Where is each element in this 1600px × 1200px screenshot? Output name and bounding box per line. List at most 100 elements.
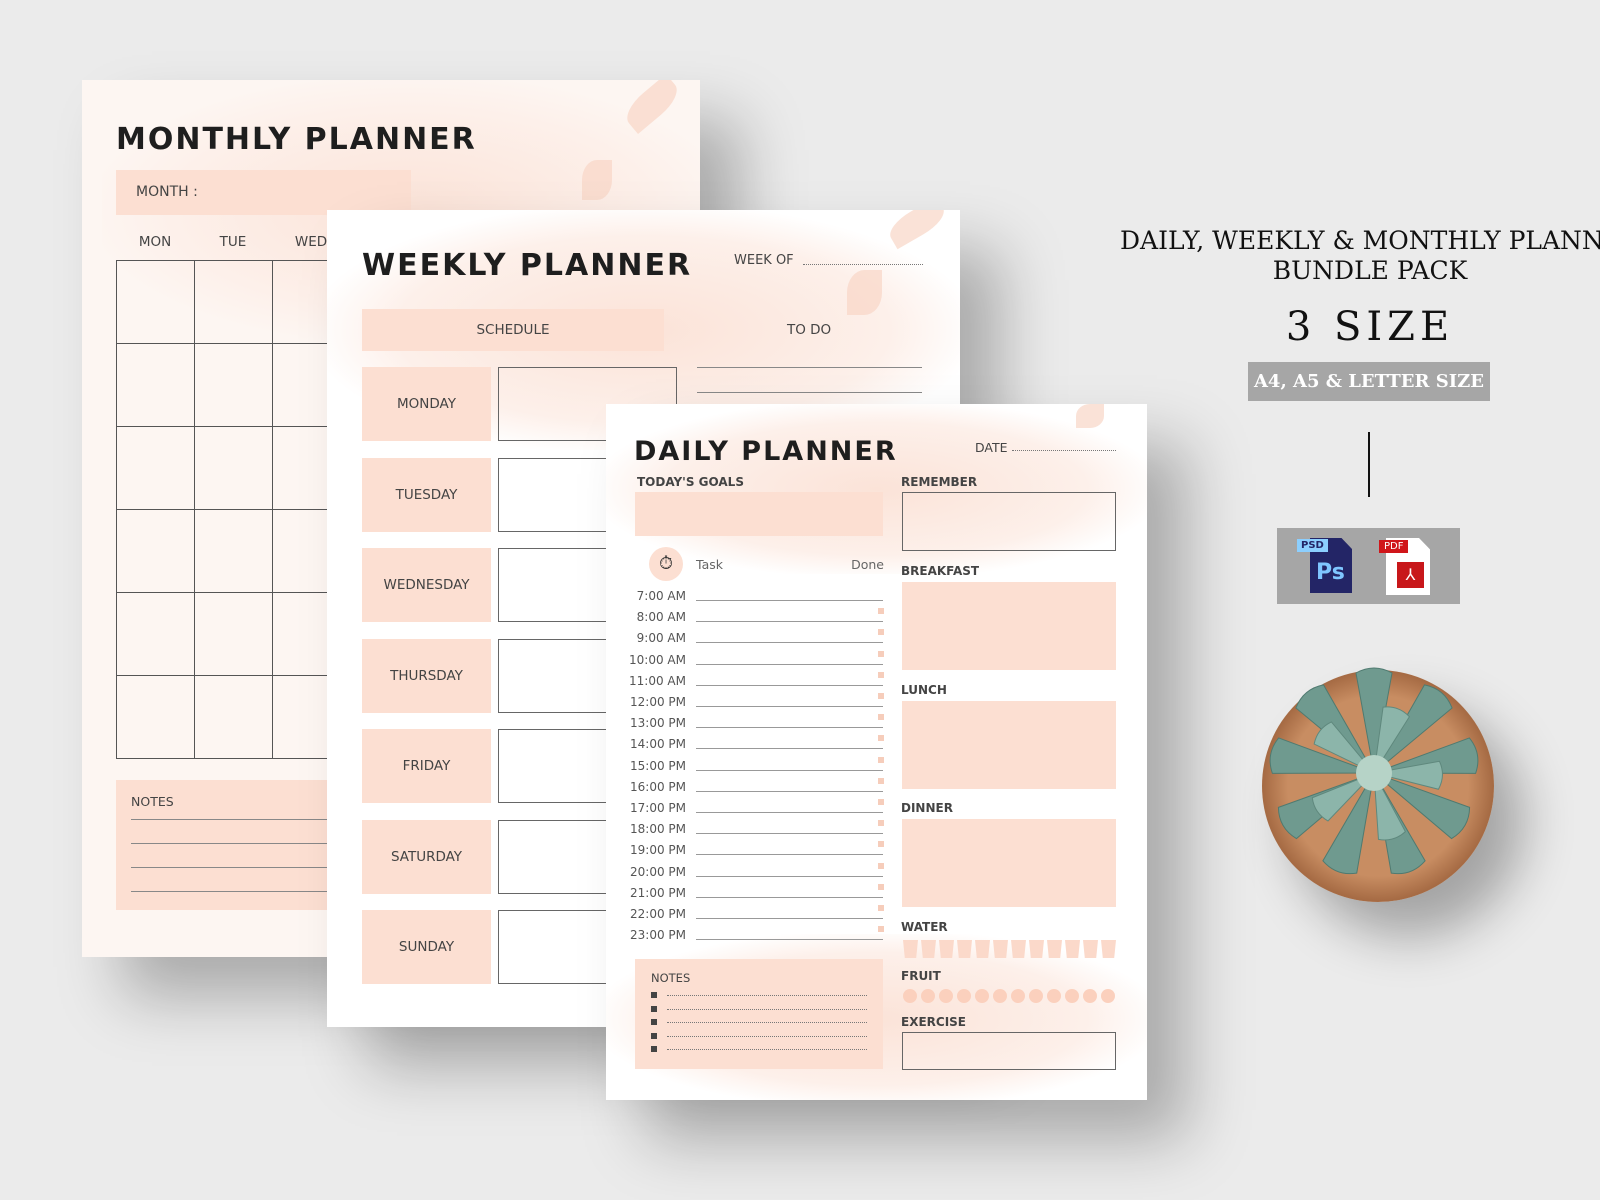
apple-icon[interactable] [903,989,917,1003]
apple-icon[interactable] [1083,989,1097,1003]
day-label: MONDAY [397,396,456,412]
day-label: SATURDAY [390,848,463,865]
apple-icon[interactable] [1011,989,1025,1003]
task-line[interactable] [696,748,883,750]
done-checkbox[interactable] [878,905,884,911]
calendar-cell[interactable] [194,343,273,427]
task-line[interactable] [696,939,883,941]
apple-icon[interactable] [993,989,1007,1003]
water-glass-icon[interactable] [975,940,990,958]
calendar-cell[interactable] [116,675,195,759]
task-line[interactable] [696,875,883,877]
week-of-field[interactable] [803,264,923,265]
calendar-cell[interactable] [116,592,195,676]
task-line[interactable] [696,790,883,792]
task-line[interactable] [696,833,883,835]
done-checkbox[interactable] [878,841,884,848]
page-title: WEEKLY PLANNER [362,248,693,283]
apple-icon[interactable] [1101,989,1115,1003]
water-glass-icon[interactable] [1083,940,1098,958]
bullet-icon [651,1005,657,1012]
done-checkbox[interactable] [878,799,884,805]
done-checkbox[interactable] [878,693,884,699]
exercise-label: EXERCISE [901,1015,966,1029]
note-line[interactable] [667,1008,867,1010]
task-line[interactable] [696,918,883,919]
task-line[interactable] [696,769,883,771]
apple-icon[interactable] [1029,989,1043,1003]
day-label-box: WEDNESDAY [362,548,491,622]
task-line[interactable] [696,706,883,707]
done-checkbox[interactable] [878,671,884,678]
note-line[interactable] [667,1022,867,1023]
water-glass-icon[interactable] [939,940,954,958]
task-line[interactable] [696,896,883,898]
done-checkbox[interactable] [878,735,884,742]
exercise-field[interactable] [902,1032,1116,1070]
day-label-box: MONDAY [362,367,491,441]
task-line[interactable] [696,684,883,686]
note-line[interactable] [667,1049,867,1050]
calendar-cell[interactable] [194,426,273,510]
apple-icon[interactable] [975,989,989,1003]
date-field[interactable] [1012,450,1116,451]
water-glass-icon[interactable] [903,940,918,958]
done-checkbox[interactable] [878,714,884,721]
task-line[interactable] [696,854,883,856]
calendar-cell[interactable] [116,426,195,510]
note-line[interactable] [667,995,867,996]
apple-icon[interactable] [957,989,971,1003]
calendar-cell[interactable] [194,509,273,593]
notes-box[interactable]: NOTES [116,780,346,910]
task-line[interactable] [696,642,883,644]
day-label: TUESDAY [395,486,458,503]
fruit-label: FRUIT [901,969,941,983]
done-checkbox[interactable] [878,608,884,615]
water-glass-icon[interactable] [1011,940,1026,958]
done-checkbox[interactable] [878,883,884,890]
water-glass-icon[interactable] [957,940,972,958]
calendar-cell[interactable] [194,260,273,344]
calendar-cell[interactable] [116,343,195,427]
done-checkbox[interactable] [878,777,884,784]
month-field[interactable]: MONTH : [116,170,411,215]
task-line[interactable] [696,600,883,601]
breakfast-field[interactable] [902,582,1116,670]
notes-box[interactable]: NOTES [635,959,883,1069]
water-glass-icon[interactable] [921,940,936,958]
dinner-field[interactable] [902,819,1116,907]
done-checkbox[interactable] [878,756,884,763]
done-checkbox[interactable] [878,629,884,636]
apple-icon[interactable] [1065,989,1079,1003]
water-glass-icon[interactable] [993,940,1008,958]
schedule-header: SCHEDULE [362,309,664,351]
calendar-cell[interactable] [116,509,195,593]
done-checkbox[interactable] [878,650,884,657]
apple-icon[interactable] [1047,989,1061,1003]
day-label-box: FRIDAY [362,729,491,803]
task-line[interactable] [696,621,883,623]
remember-field[interactable] [902,492,1116,551]
water-glass-icon[interactable] [1047,940,1062,958]
goals-field[interactable] [635,492,883,536]
todo-line [697,367,922,368]
water-glass-icon[interactable] [1065,940,1080,958]
remember-label: REMEMBER [901,475,978,489]
calendar-cell[interactable] [116,260,195,344]
water-glass-icon[interactable] [1029,940,1044,958]
done-checkbox[interactable] [878,862,884,869]
apple-icon[interactable] [939,989,953,1003]
note-line[interactable] [667,1035,867,1037]
done-checkbox[interactable] [878,926,884,933]
done-checkbox[interactable] [878,820,884,827]
lunch-field[interactable] [902,701,1116,789]
succulent-plant-image [1262,665,1492,895]
calendar-cell[interactable] [194,592,273,676]
leaf-decoration [1076,404,1104,428]
task-line[interactable] [696,663,883,665]
task-line[interactable] [696,727,883,729]
task-line[interactable] [696,812,883,813]
apple-icon[interactable] [921,989,935,1003]
calendar-cell[interactable] [194,675,273,759]
water-glass-icon[interactable] [1101,940,1116,958]
